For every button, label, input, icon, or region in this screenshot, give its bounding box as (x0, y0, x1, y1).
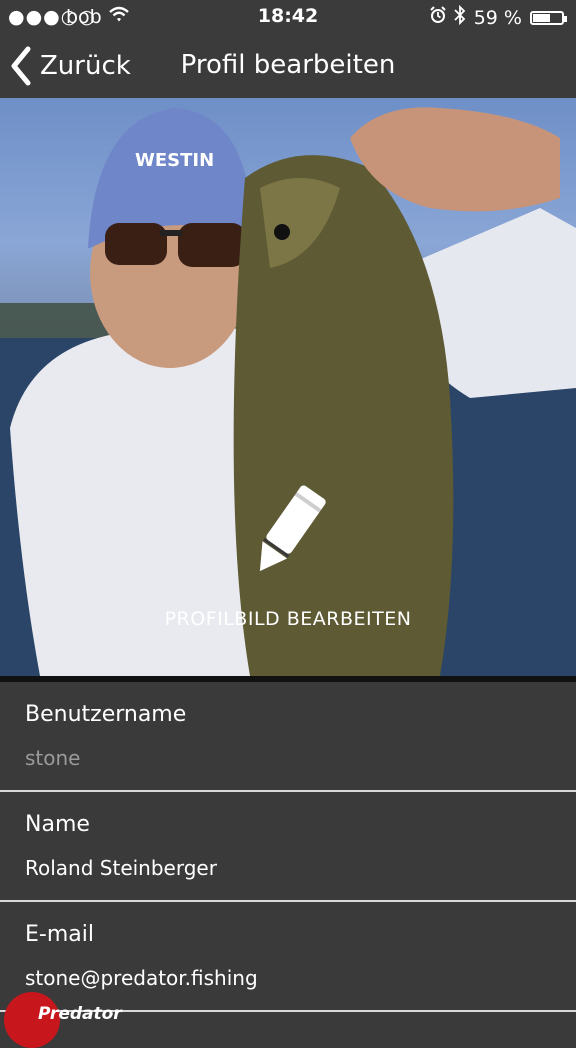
name-value: Roland Steinberger (25, 856, 217, 880)
profile-image[interactable]: WESTIN PROFILBILD BEARBEITEN (0, 98, 576, 676)
email-value: stone@predator.fishing (25, 966, 258, 990)
cap-logo: WESTIN (135, 150, 214, 171)
navigation-bar: Zurück Profil bearbeiten (0, 34, 576, 98)
battery-icon (530, 10, 567, 25)
bluetooth-icon (454, 4, 466, 30)
status-right: 59 % (430, 4, 567, 30)
chevron-left-icon (10, 46, 32, 86)
username-value: stone (25, 746, 81, 770)
alarm-icon (430, 6, 446, 29)
status-bar: ●●●○○ bob 18:42 59 % (0, 0, 576, 34)
battery-fill (533, 13, 550, 22)
edit-profile-image-button[interactable]: PROFILBILD BEARBEITEN (0, 476, 576, 630)
edit-profile-image-label: PROFILBILD BEARBEITEN (164, 608, 412, 630)
app-logo: Predator (0, 990, 180, 1048)
username-label: Benutzername (25, 702, 187, 727)
back-label: Zurück (40, 51, 131, 81)
logo-text: Predator (38, 1004, 122, 1024)
name-label: Name (25, 812, 90, 837)
pencil-icon (0, 476, 576, 586)
battery-percent: 59 % (473, 6, 522, 29)
page-title: Profil bearbeiten (180, 50, 396, 80)
username-field[interactable]: Benutzername stone (0, 682, 576, 792)
name-field[interactable]: Name Roland Steinberger (0, 792, 576, 902)
email-label: E-mail (25, 922, 94, 947)
back-button[interactable]: Zurück (10, 44, 131, 88)
